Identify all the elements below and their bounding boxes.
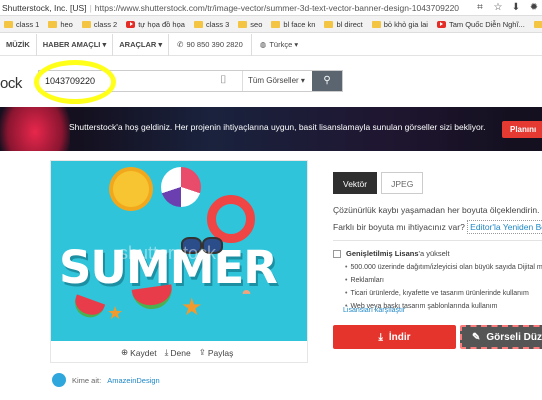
search-icon: ⚲	[323, 75, 331, 86]
nav-purpose[interactable]: HABER AMAÇLI ▾	[37, 33, 114, 56]
search-input[interactable]	[39, 71, 219, 91]
phone-icon: ✆	[177, 40, 184, 49]
license-checkbox[interactable]	[333, 249, 341, 258]
try-action[interactable]: ⤓ Dene	[165, 347, 191, 358]
watermelon-illustration	[70, 294, 106, 322]
download-icon: ⤓	[164, 347, 169, 357]
globe-icon: ◍	[259, 40, 267, 49]
beach-ball-illustration	[161, 167, 201, 207]
resolution-info: Çözünürlük kaybı yaşamadan her boyuta öl…	[333, 205, 540, 215]
site-nav: MÜZİK HABER AMAÇLI ▾ ARAÇLAR ▾ ✆ 90 850 3…	[0, 33, 542, 56]
category-dropdown[interactable]: Tüm Görseller ▾	[242, 71, 312, 91]
extended-license: Genişletilmiş Lisans'a yükselt 500.000 ü…	[333, 249, 542, 315]
folder-icon	[271, 20, 281, 28]
folder-icon	[238, 20, 248, 28]
download-button[interactable]: ⤓ İndir	[333, 325, 456, 349]
author-link[interactable]: AmazeinDesign	[107, 376, 160, 385]
tab-vector[interactable]: Vektör	[333, 172, 378, 194]
bookmark-item[interactable]: bỏ khỏ gia lai	[371, 20, 428, 29]
bookmark-item[interactable]: importan	[533, 20, 542, 29]
address-bar[interactable]: Shutterstock, Inc. [US] | https://www.shut…	[0, 0, 542, 16]
site-identity: Shutterstock, Inc. [US]	[2, 3, 87, 13]
url-separator: |	[89, 3, 92, 13]
bookmark-item[interactable]: bl direct	[324, 20, 363, 29]
folder-icon	[81, 20, 91, 28]
lifebuoy-illustration	[207, 195, 255, 243]
plus-circle-icon: ⊕	[121, 347, 129, 357]
list-item: Ticari ürünlerde, kıyafette ve tasarım ü…	[345, 289, 542, 298]
bookmark-item[interactable]: class 2	[81, 20, 117, 29]
folder-icon	[48, 20, 58, 28]
share-action[interactable]: ⇪ Paylaş	[199, 347, 234, 358]
youtube-icon	[436, 20, 446, 28]
bookmark-item[interactable]: class 3	[193, 20, 229, 29]
save-action[interactable]: ⊕ Kaydet	[121, 347, 157, 358]
nav-music[interactable]: MÜZİK	[0, 33, 37, 56]
tab-jpeg[interactable]: JPEG	[381, 172, 424, 194]
watermark: shutterstock	[119, 243, 217, 263]
youtube-icon	[126, 20, 136, 28]
folder-icon	[4, 20, 13, 28]
translate-icon[interactable]: ⌗	[474, 2, 486, 14]
extension-icon[interactable]: ✹	[528, 2, 540, 14]
language-selector[interactable]: ◍ Türkçe ▾	[252, 40, 306, 49]
format-tabs: Vektör JPEG	[333, 172, 424, 194]
bookmark-item[interactable]: Tam Quốc Diễn Nghĩ...	[436, 20, 525, 29]
bookmark-item[interactable]: heo	[48, 20, 73, 29]
editor-resize-link[interactable]: Editor'la Yeniden Boyutl	[467, 220, 542, 234]
site-header: ock ⌷ Tüm Görseller ▾ ⚲	[0, 57, 542, 107]
bookmark-item[interactable]: tự họa đồ họa	[126, 20, 185, 29]
folder-icon	[371, 20, 381, 28]
nav-tools[interactable]: ARAÇLAR ▾	[113, 33, 170, 56]
star-icon[interactable]: ☆	[492, 2, 504, 14]
search-button[interactable]: ⚲	[312, 71, 342, 91]
folder-icon	[533, 20, 542, 28]
preview-image[interactable]: SUMMER ★ ★ ◓ shutterstock	[51, 161, 307, 341]
watermelon-illustration	[131, 284, 175, 312]
search-bar: ⌷ Tüm Görseller ▾ ⚲	[38, 70, 343, 92]
list-item: 500.000 üzerinde dağıtım/izleyicisi olan…	[345, 263, 542, 272]
license-title: Genişletilmiş Lisans	[346, 249, 419, 258]
starfish-icon: ★	[107, 303, 124, 323]
list-item: Reklamları	[345, 276, 542, 285]
bookmark-item[interactable]: seo	[238, 20, 262, 29]
logo[interactable]: ock	[0, 75, 22, 92]
folder-icon	[324, 20, 334, 28]
url-text[interactable]: https://www.shutterstock.com/tr/image-ve…	[95, 3, 459, 13]
download-icon: ⤓	[378, 331, 383, 343]
nav-phone[interactable]: ✆ 90 850 390 2820	[169, 33, 252, 56]
author-info: Kime ait: AmazeinDesign	[52, 373, 160, 387]
license-suffix: 'a yükselt	[418, 249, 450, 258]
seashell-icon: ◓	[241, 283, 252, 303]
avatar	[52, 373, 66, 387]
edit-image-button[interactable]: ✎ Görseli Düz	[460, 325, 542, 349]
resize-info: Farklı bir boyuta mı ihtiyacınız var? Ed…	[333, 220, 542, 234]
image-actions: ⊕ Kaydet ⤓ Dene ⇪ Paylaş	[121, 347, 233, 358]
sun-illustration	[113, 171, 149, 207]
folder-icon	[193, 20, 203, 28]
banner-text: Shutterstock'a hoş geldiniz. Her projeni…	[69, 122, 486, 132]
bookmark-item[interactable]: bl face kn	[271, 20, 315, 29]
author-prefix: Kime ait:	[72, 375, 102, 385]
share-icon: ⇪	[198, 347, 206, 357]
license-header: Genişletilmiş Lisans'a yükselt	[333, 249, 542, 258]
bookmarks-bar: class 1 heo class 2 tự họa đồ họa class …	[0, 16, 542, 33]
banner-glow	[0, 107, 70, 151]
compare-licenses-link[interactable]: Lisansları karşılaştır	[343, 307, 405, 314]
browser-toolbar-icons: ⌗ ☆ ⬇ ✹	[474, 2, 540, 14]
download-icon[interactable]: ⬇	[510, 2, 522, 14]
plans-button[interactable]: Planını	[502, 121, 542, 138]
camera-icon[interactable]: ⌷	[220, 74, 227, 87]
edit-icon: ✎	[472, 331, 481, 343]
license-features: 500.000 üzerinde dağıtım/izleyicisi olan…	[345, 263, 542, 311]
divider	[333, 240, 542, 241]
welcome-banner: Shutterstock'a hoş geldiniz. Her projeni…	[0, 107, 542, 151]
starfish-icon: ★	[181, 294, 203, 321]
image-preview: SUMMER ★ ★ ◓ shutterstock ⊕ Kaydet ⤓ Dene …	[50, 160, 308, 363]
bookmark-item[interactable]: class 1	[4, 20, 39, 29]
